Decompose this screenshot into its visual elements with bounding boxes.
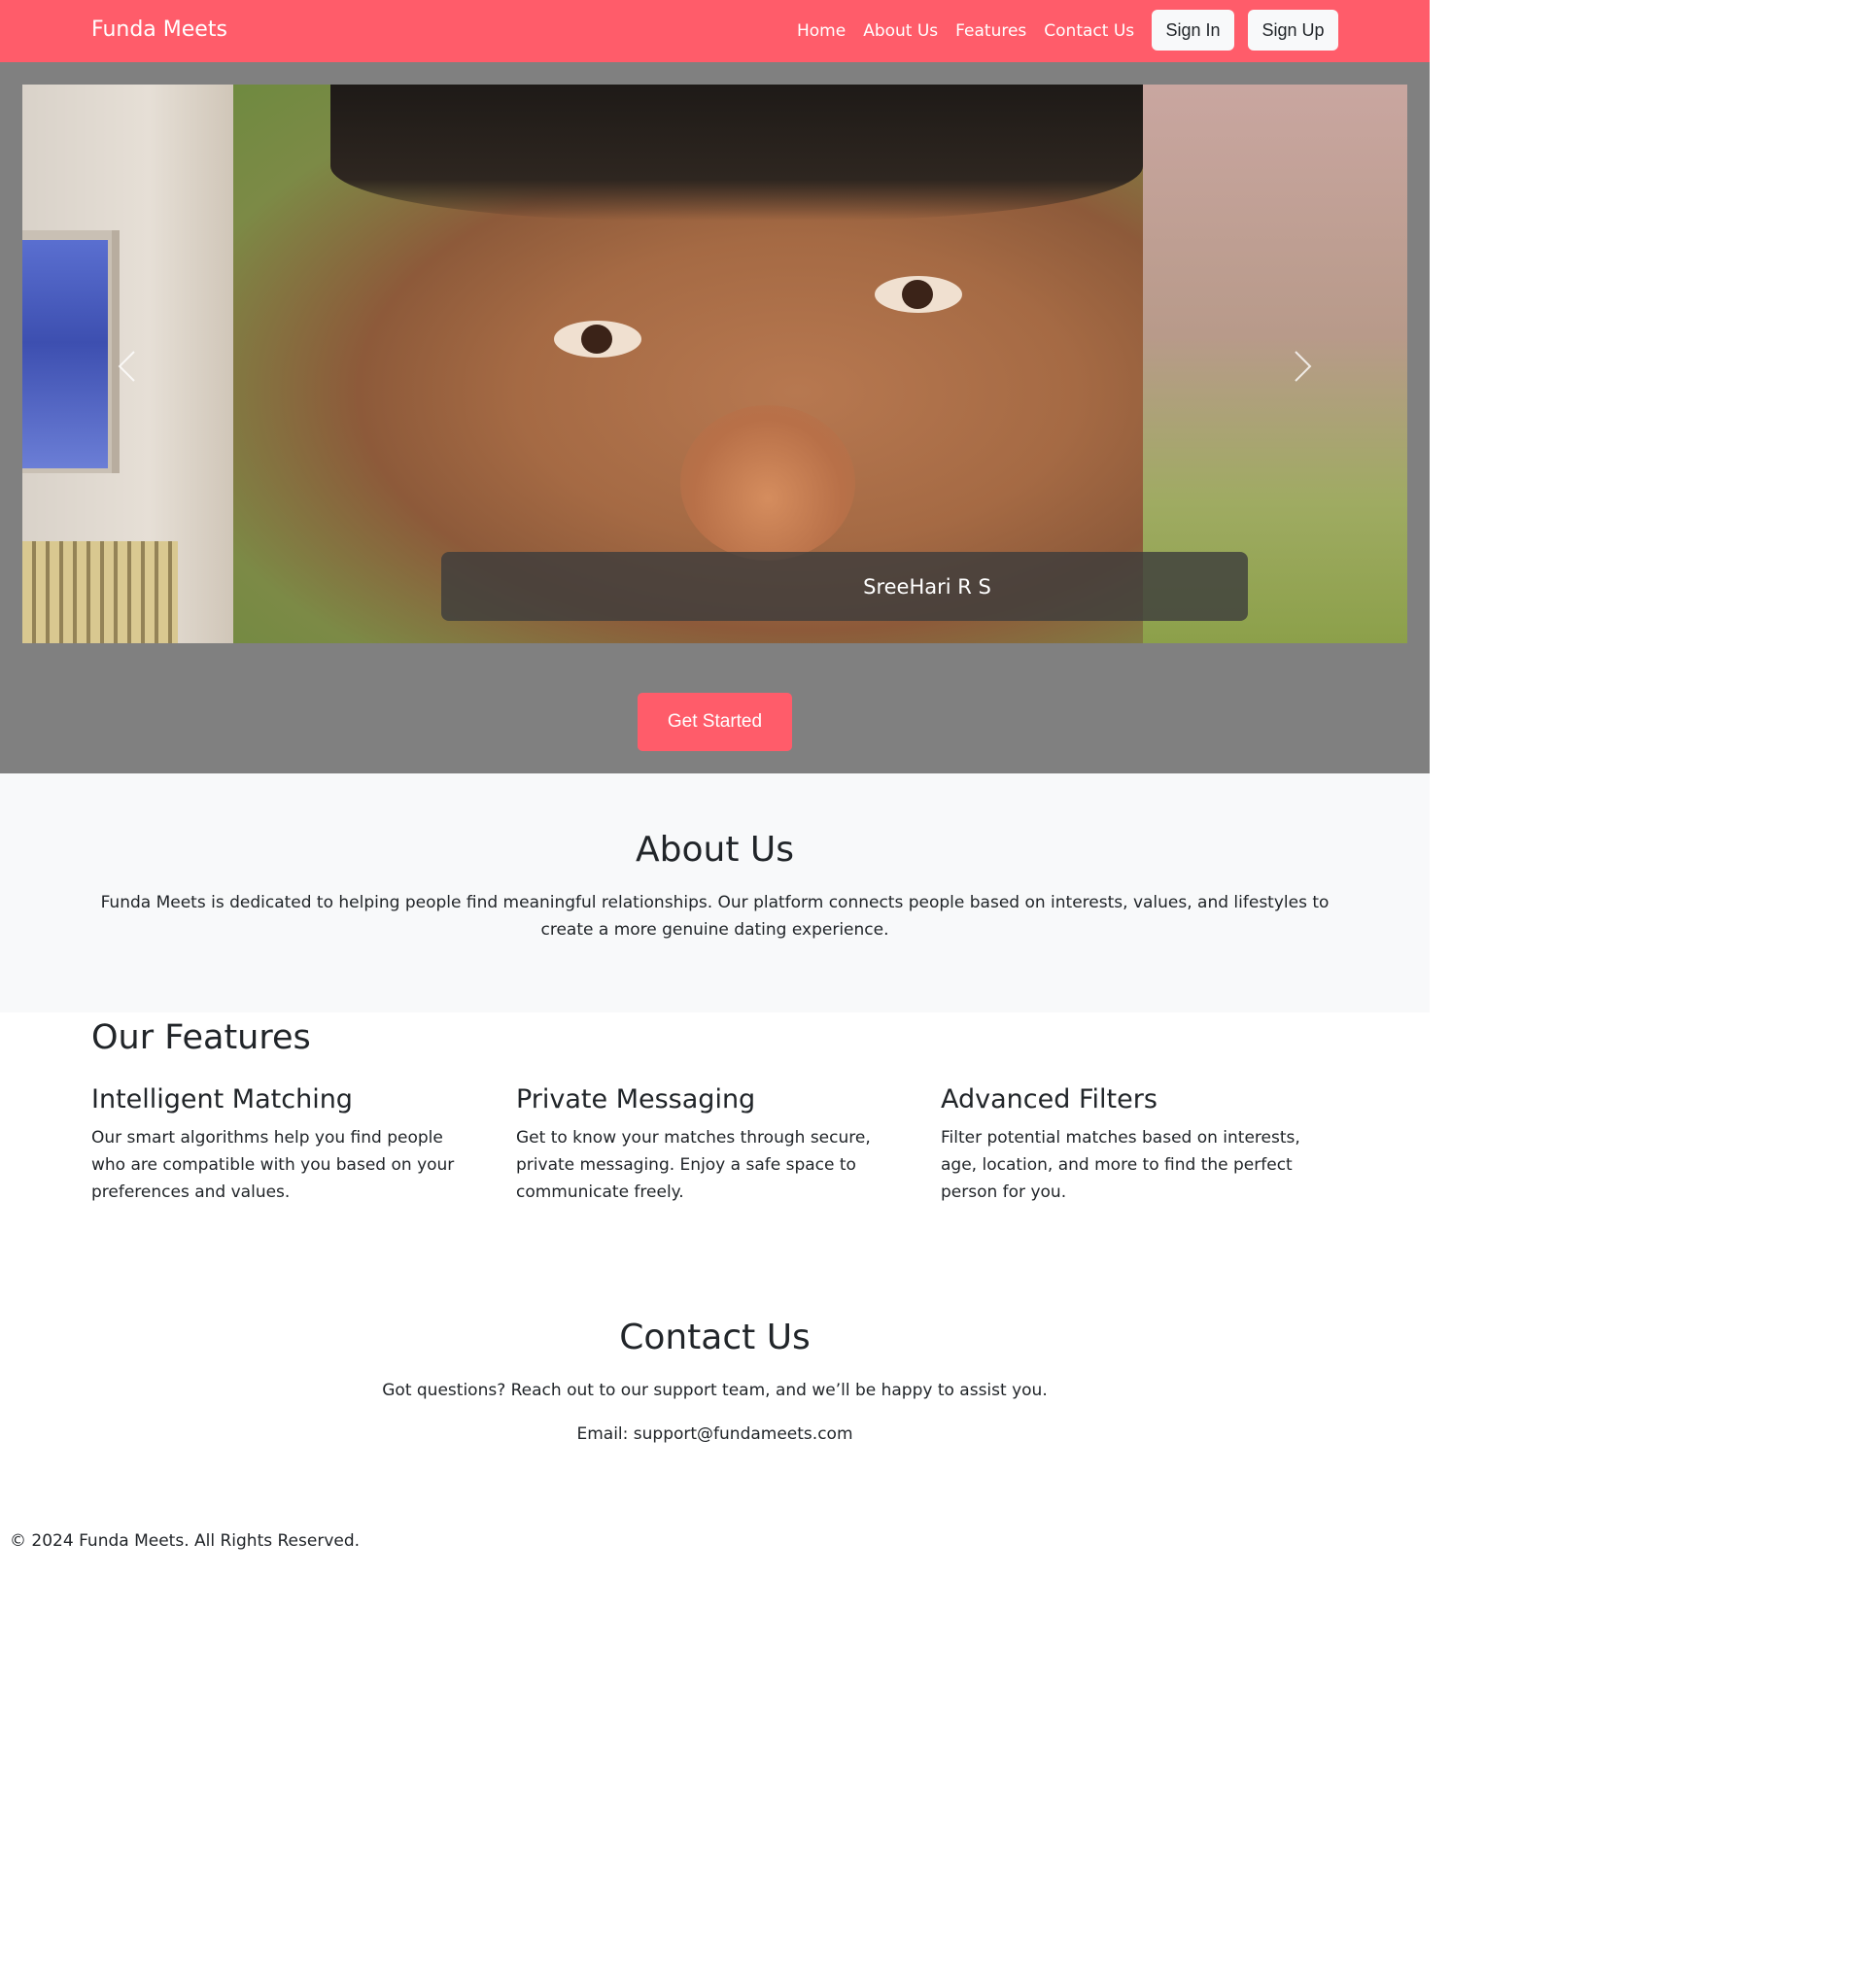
chevron-left-icon (118, 351, 135, 382)
features-title: Our Features (91, 1018, 311, 1057)
window-grill-detail (22, 541, 178, 643)
window-glass-detail (22, 240, 108, 468)
caption-name: SreeHari R S (863, 574, 991, 599)
carousel-prev-button[interactable] (107, 347, 146, 386)
photo-hair (330, 85, 1143, 221)
feature-title: Private Messaging (516, 1084, 756, 1114)
nav-link-home[interactable]: Home (797, 21, 846, 41)
get-started-button[interactable]: Get Started (638, 693, 792, 751)
feature-title: Intelligent Matching (91, 1084, 353, 1114)
chevron-right-icon (1295, 351, 1312, 382)
nav-links: Home About Us Features Contact Us (797, 21, 1134, 41)
feature-card: Advanced Filters Filter potential matche… (941, 1084, 1330, 1206)
contact-email[interactable]: Email: support@fundameets.com (0, 1424, 1430, 1444)
footer-copyright: © 2024 Funda Meets. All Rights Reserved. (10, 1531, 361, 1551)
sign-in-button[interactable]: Sign In (1152, 10, 1234, 51)
features-section: Our Features Intelligent Matching Our sm… (0, 1012, 1430, 1285)
nav-link-about[interactable]: About Us (863, 21, 938, 41)
hero-section: SreeHari R S Get Started (0, 62, 1430, 773)
feature-card: Intelligent Matching Our smart algorithm… (91, 1084, 480, 1206)
feature-text: Get to know your matches through secure,… (516, 1128, 871, 1202)
carousel-caption: SreeHari R S (441, 552, 1248, 621)
about-title: About Us (636, 830, 794, 870)
sign-up-button[interactable]: Sign Up (1248, 10, 1338, 51)
contact-text: Got questions? Reach out to our support … (382, 1381, 1048, 1400)
footer: © 2024 Funda Meets. All Rights Reserved. (0, 1518, 1430, 1574)
contact-title: Contact Us (619, 1318, 811, 1357)
nav-link-contact[interactable]: Contact Us (1044, 21, 1134, 41)
brand-logo-text[interactable]: Funda Meets (91, 17, 227, 42)
feature-text: Our smart algorithms help you find peopl… (91, 1128, 455, 1202)
photo-nose (680, 405, 855, 561)
feature-card: Private Messaging Get to know your match… (516, 1084, 905, 1206)
nav-link-features[interactable]: Features (955, 21, 1026, 41)
contact-section: Contact Us Got questions? Reach out to o… (0, 1285, 1430, 1518)
feature-title: Advanced Filters (941, 1084, 1158, 1114)
carousel-next-button[interactable] (1284, 347, 1323, 386)
navbar: Funda Meets Home About Us Features Conta… (0, 0, 1430, 62)
about-text: Funda Meets is dedicated to helping peop… (100, 893, 1330, 940)
photo-eye-right (875, 276, 962, 313)
photo-eye-left (554, 321, 641, 358)
about-section: About Us Funda Meets is dedicated to hel… (0, 773, 1430, 1012)
photo-carousel[interactable]: SreeHari R S (22, 85, 1407, 643)
feature-text: Filter potential matches based on intere… (941, 1128, 1300, 1202)
